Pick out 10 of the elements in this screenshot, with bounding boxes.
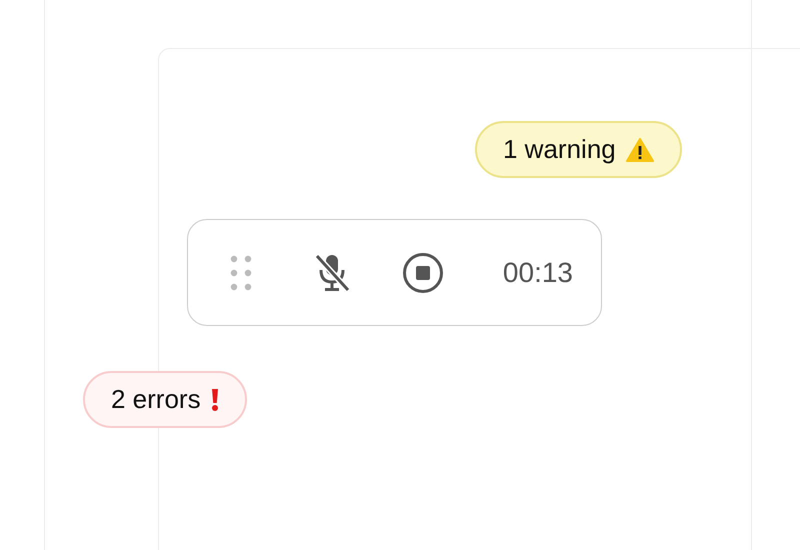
microphone-button[interactable] <box>314 252 350 292</box>
error-badge: 2 errors <box>83 371 247 428</box>
stop-icon <box>402 252 444 294</box>
muted-microphone-icon <box>314 252 350 292</box>
warning-badge: 1 warning <box>475 121 682 178</box>
stop-button[interactable] <box>402 252 444 294</box>
recording-timer: 00:13 <box>502 256 573 288</box>
exclamation-icon <box>210 388 219 410</box>
drag-handle-icon[interactable] <box>230 254 252 290</box>
warning-icon <box>626 138 654 162</box>
